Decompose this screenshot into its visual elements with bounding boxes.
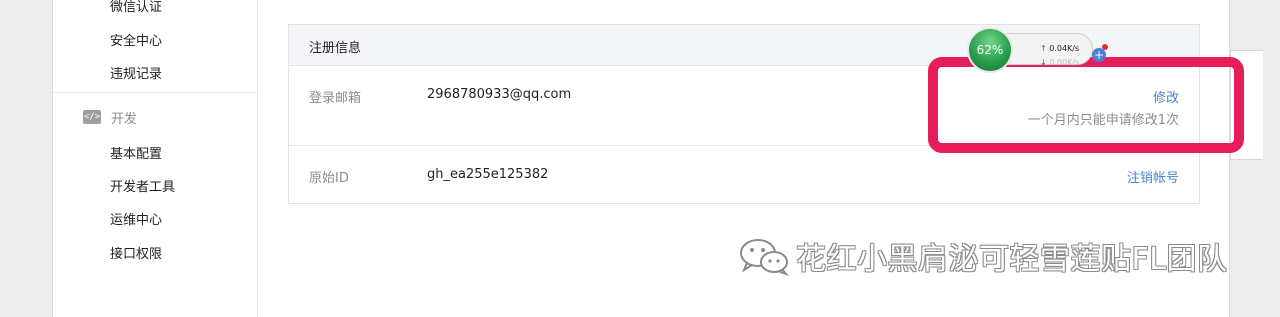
highlight-annotation: [928, 57, 1244, 153]
wechat-watermark: 花红小黑肩泌可轻雪莲贴FL团队: [738, 236, 1228, 277]
original-id-label: 原始ID: [309, 171, 349, 186]
upload-speed: ↑ 0.04K/s: [1040, 44, 1079, 53]
wechat-logo-icon: [740, 239, 789, 276]
download-speed: ↓ 0.00K/s: [1040, 58, 1079, 67]
upload-arrow-icon: ↑: [1040, 44, 1047, 53]
sidebar: 微信认证 安全中心 违规记录 </> 开发 基本配置 开发者工具 运维中心 接口…: [53, 0, 258, 317]
sidebar-section-label: 开发: [111, 111, 138, 127]
sidebar-divider: [53, 92, 257, 93]
sidebar-item-security-center[interactable]: 安全中心: [110, 30, 162, 49]
email-value: 2968780933@qq.com: [427, 87, 572, 102]
network-monitor-widget[interactable]: ↑ 0.04K/s ↓ 0.00K/s + 62%: [967, 27, 1108, 73]
sidebar-item-basic-config[interactable]: 基本配置: [110, 143, 162, 162]
boost-plus-icon[interactable]: +: [1092, 48, 1106, 62]
email-label: 登录邮箱: [309, 91, 362, 106]
memory-percent-ball[interactable]: 62%: [967, 27, 1013, 73]
panel-title: 注册信息: [309, 41, 362, 56]
download-arrow-icon: ↓: [1040, 58, 1047, 67]
sidebar-item-violation-records[interactable]: 违规记录: [110, 63, 162, 82]
code-icon: </>: [83, 110, 101, 124]
sidebar-section-dev: </> 开发: [83, 108, 138, 127]
sidebar-item-api-permissions[interactable]: 接口权限: [110, 243, 162, 262]
download-speed-value: 0.00K/s: [1049, 58, 1080, 67]
cancel-account-link[interactable]: 注销帐号: [1127, 167, 1179, 186]
watermark-text: 花红小黑肩泌可轻雪莲贴FL团队: [796, 242, 1228, 277]
sidebar-item-wechat-verify[interactable]: 微信认证: [110, 0, 162, 15]
upload-speed-value: 0.04K/s: [1049, 44, 1080, 53]
sidebar-item-dev-tools[interactable]: 开发者工具: [110, 176, 175, 195]
sidebar-item-ops-center[interactable]: 运维中心: [110, 209, 162, 228]
original-id-value: gh_ea255e125382: [427, 167, 549, 182]
notification-dot: [1102, 44, 1108, 50]
